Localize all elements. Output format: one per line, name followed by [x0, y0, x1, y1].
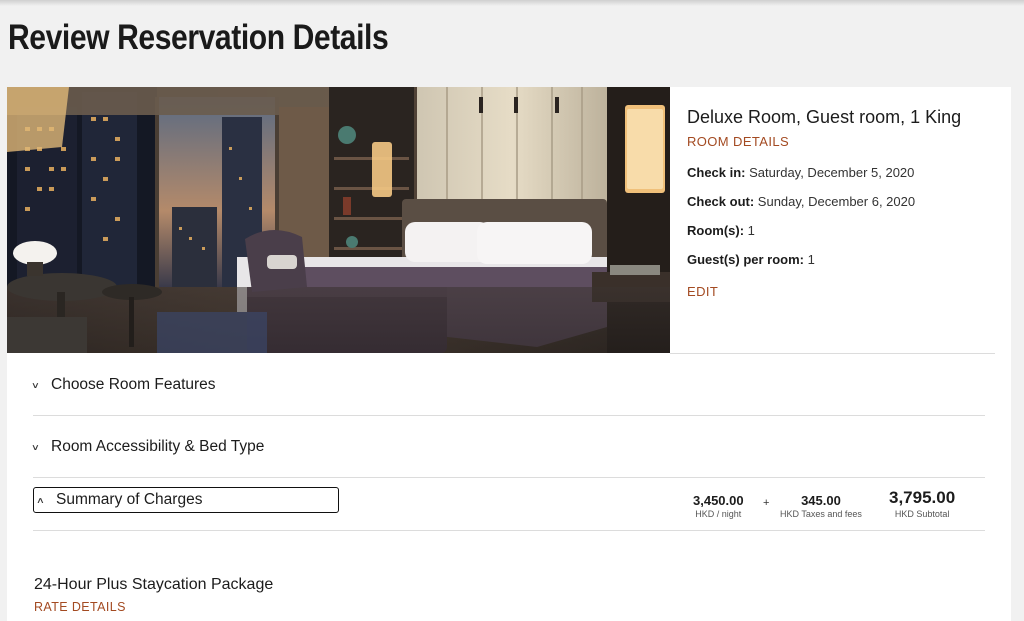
divider	[33, 415, 985, 416]
nightly-amount: 3,450.00	[693, 493, 744, 508]
rooms-line: Room(s): 1	[687, 223, 1007, 238]
summary-label: Summary of Charges	[56, 491, 203, 508]
plus-sign: +	[763, 497, 770, 509]
summary-of-charges-toggle[interactable]: ∧ Summary of Charges	[33, 487, 339, 513]
page-title: Review Reservation Details	[8, 18, 389, 57]
accessibility-label: Room Accessibility & Bed Type	[51, 438, 265, 455]
taxes-label: HKD Taxes and fees	[780, 509, 862, 519]
check-out-line: Check out: Sunday, December 6, 2020	[687, 194, 1007, 209]
guests-value: 1	[807, 252, 815, 267]
check-in-line: Check in: Saturday, December 5, 2020	[687, 165, 1007, 180]
rooms-label: Room(s):	[687, 223, 745, 238]
package-title: 24-Hour Plus Staycation Package	[34, 576, 274, 593]
top-shadow	[0, 0, 1024, 6]
room-name: Deluxe Room, Guest room, 1 King	[687, 107, 962, 127]
divider	[33, 530, 985, 531]
check-out-label: Check out:	[687, 194, 755, 209]
nightly-price: 3,450.00 HKD / night	[693, 493, 744, 519]
check-out-value: Sunday, December 6, 2020	[757, 194, 916, 209]
divider	[33, 477, 985, 478]
room-photo	[7, 87, 670, 353]
subtotal-amount: 3,795.00	[889, 488, 956, 507]
reservation-card: Deluxe Room, Guest room, 1 King ROOM DET…	[7, 87, 1011, 621]
room-features-toggle[interactable]: ∨ Choose Room Features	[31, 376, 216, 394]
room-details-link[interactable]: ROOM DETAILS	[687, 134, 789, 149]
subtotal-price: 3,795.00 HKD Subtotal	[889, 488, 955, 519]
taxes-amount: 345.00	[801, 493, 841, 508]
divider	[670, 353, 995, 354]
subtotal-label: HKD Subtotal	[894, 509, 950, 519]
chevron-down-icon: ∨	[31, 380, 40, 390]
accessibility-toggle[interactable]: ∨ Room Accessibility & Bed Type	[31, 438, 264, 456]
guests-label: Guest(s) per room:	[687, 252, 805, 267]
chevron-down-icon: ∨	[31, 442, 40, 452]
guests-line: Guest(s) per room: 1	[687, 252, 1007, 267]
chevron-up-icon: ∧	[36, 495, 45, 505]
edit-link[interactable]: EDIT	[687, 284, 718, 299]
check-in-label: Check in:	[687, 165, 746, 180]
rate-details-link[interactable]: RATE DETAILS	[34, 600, 126, 614]
rooms-value: 1	[747, 223, 755, 238]
room-info: Deluxe Room, Guest room, 1 King ROOM DET…	[687, 107, 1007, 301]
check-in-value: Saturday, December 5, 2020	[749, 165, 915, 180]
room-features-label: Choose Room Features	[51, 376, 216, 393]
nightly-label: HKD / night	[695, 509, 742, 519]
taxes-price: 345.00 HKD Taxes and fees	[780, 493, 862, 519]
